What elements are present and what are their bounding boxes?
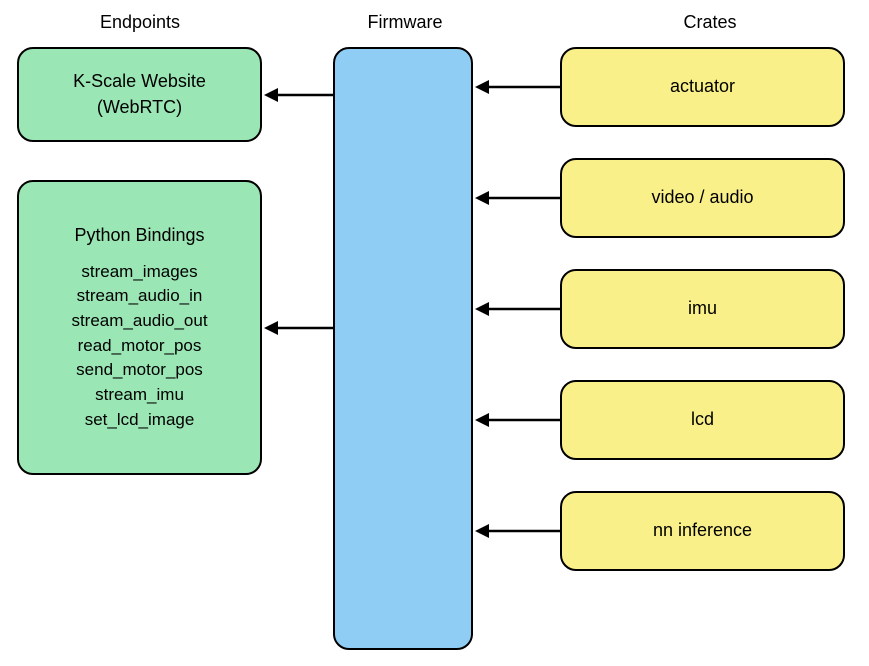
arrow-video-audio-to-firmware xyxy=(473,188,562,208)
python-item-stream-imu: stream_imu xyxy=(71,383,207,408)
crate-nn-inference-label: nn inference xyxy=(653,518,752,543)
crate-lcd-label: lcd xyxy=(691,407,714,432)
python-bindings-items: stream_images stream_audio_in stream_aud… xyxy=(71,260,207,432)
kscale-title-line2: (WebRTC) xyxy=(97,95,182,120)
firmware-box xyxy=(333,47,473,650)
arrow-actuator-to-firmware xyxy=(473,77,562,97)
crate-imu: imu xyxy=(560,269,845,349)
crate-actuator-label: actuator xyxy=(670,74,735,99)
kscale-title-line1: K-Scale Website xyxy=(73,69,206,94)
crate-nn-inference: nn inference xyxy=(560,491,845,571)
arrow-nn-inference-to-firmware xyxy=(473,521,562,541)
arrow-firmware-to-python xyxy=(262,318,335,338)
crate-lcd: lcd xyxy=(560,380,845,460)
crate-video-audio-label: video / audio xyxy=(651,185,753,210)
python-item-stream-audio-out: stream_audio_out xyxy=(71,309,207,334)
python-item-send-motor-pos: send_motor_pos xyxy=(71,358,207,383)
kscale-box: K-Scale Website (WebRTC) xyxy=(17,47,262,142)
crates-header: Crates xyxy=(650,12,770,33)
python-item-read-motor-pos: read_motor_pos xyxy=(71,334,207,359)
python-bindings-title: Python Bindings xyxy=(74,223,204,248)
python-item-stream-images: stream_images xyxy=(71,260,207,285)
firmware-header: Firmware xyxy=(345,12,465,33)
python-item-stream-audio-in: stream_audio_in xyxy=(71,284,207,309)
python-bindings-box: Python Bindings stream_images stream_aud… xyxy=(17,180,262,475)
arrow-imu-to-firmware xyxy=(473,299,562,319)
arrow-lcd-to-firmware xyxy=(473,410,562,430)
python-item-set-lcd-image: set_lcd_image xyxy=(71,408,207,433)
crate-imu-label: imu xyxy=(688,296,717,321)
crate-actuator: actuator xyxy=(560,47,845,127)
crate-video-audio: video / audio xyxy=(560,158,845,238)
endpoints-header: Endpoints xyxy=(80,12,200,33)
arrow-firmware-to-kscale xyxy=(262,85,335,105)
